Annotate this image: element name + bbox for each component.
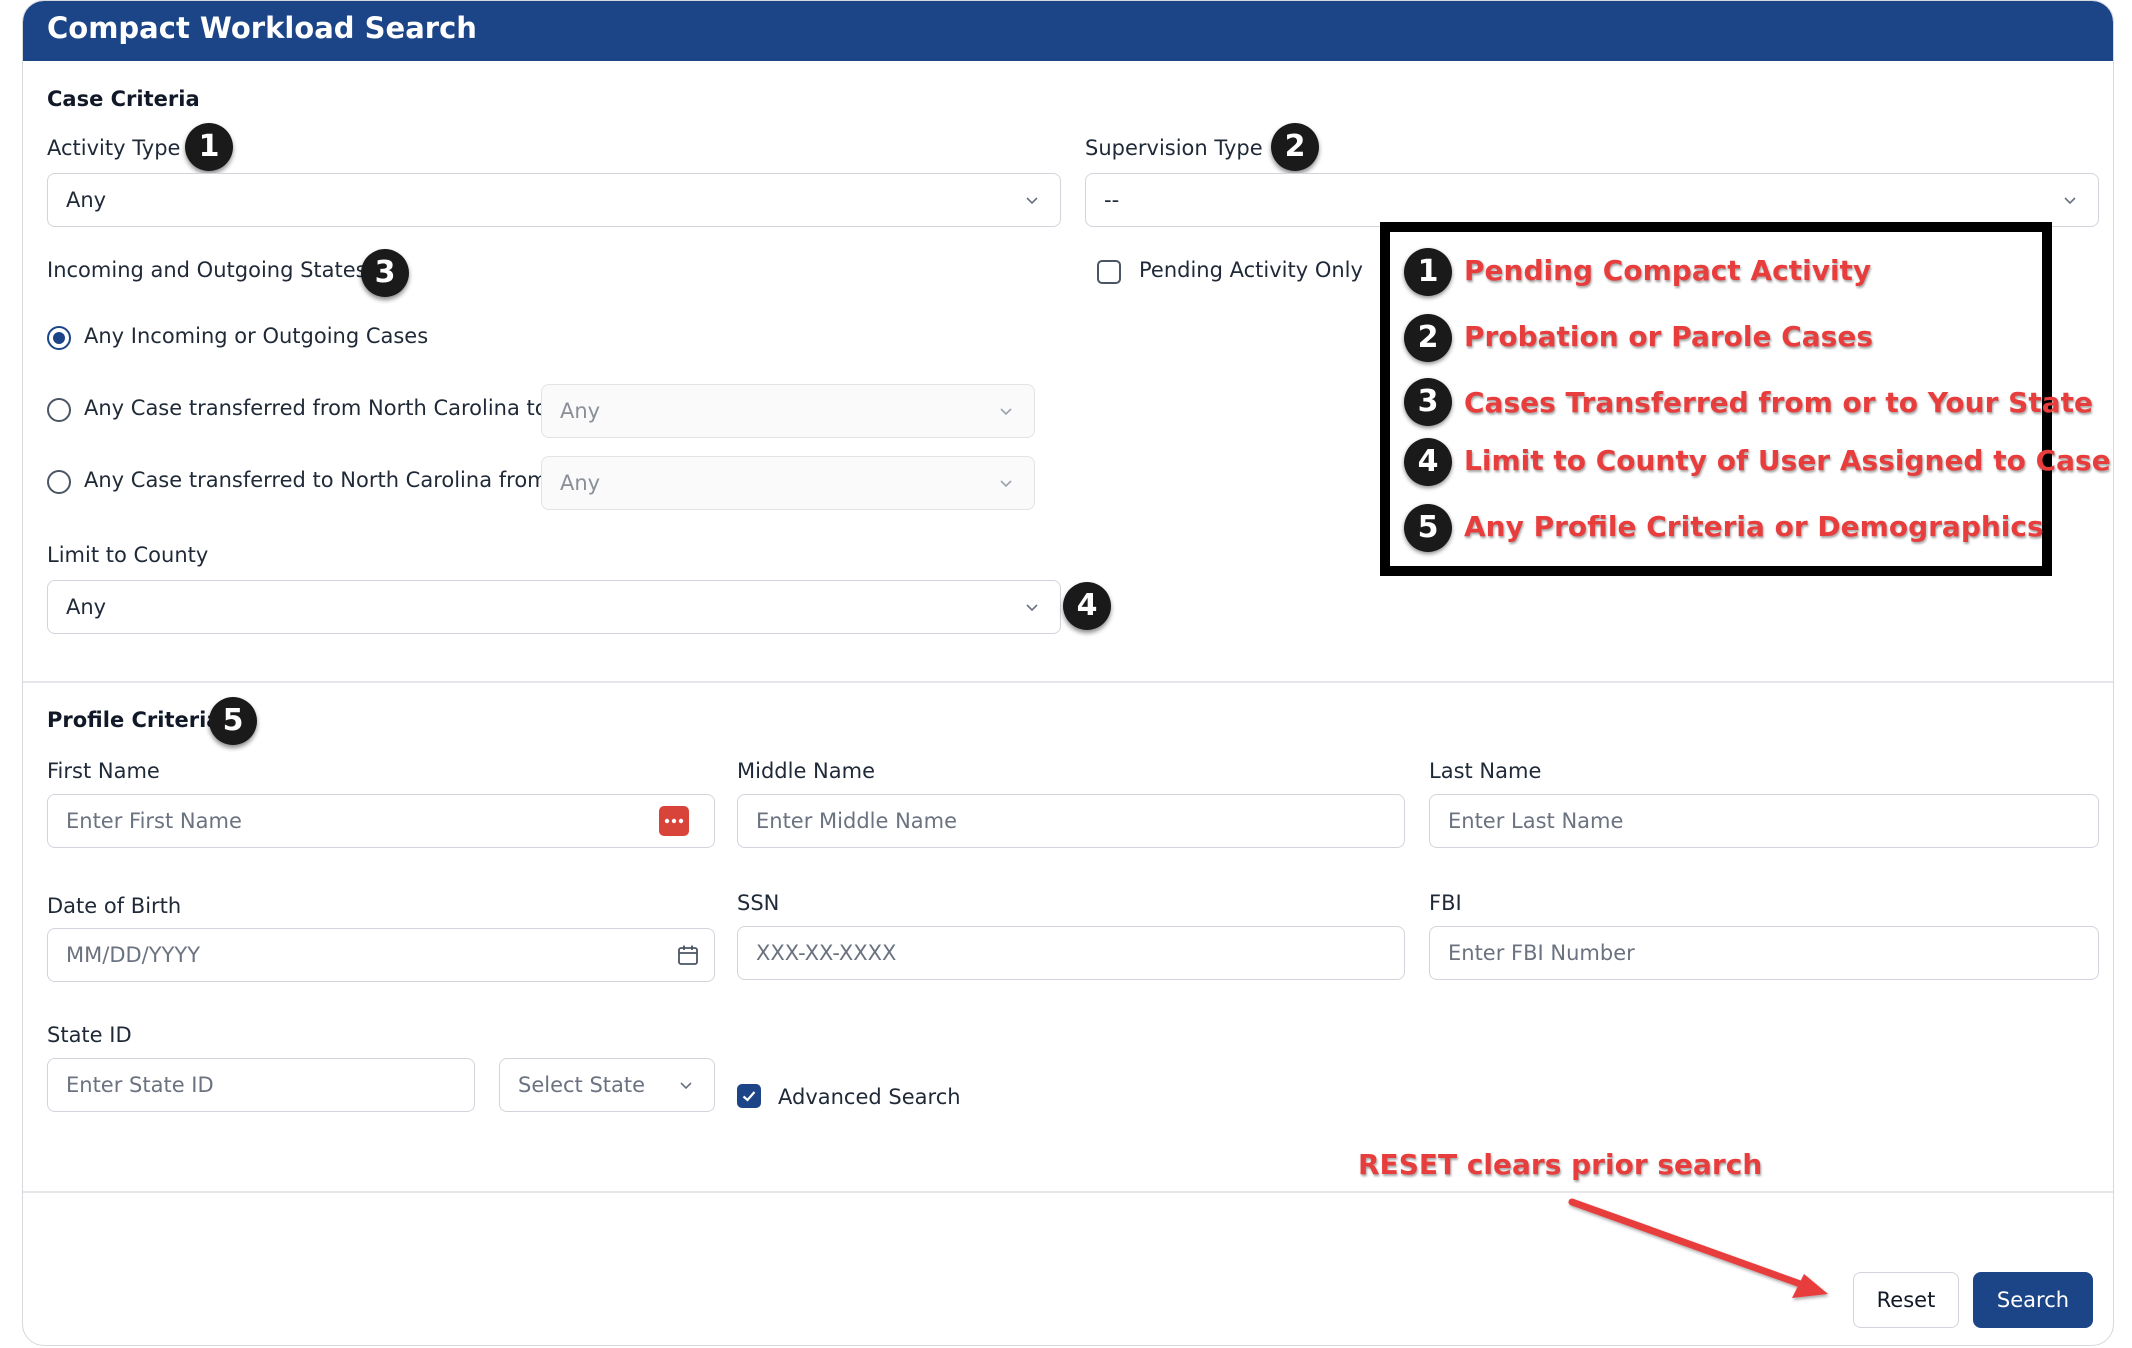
activity-type-value: Any [66,188,107,212]
profile-criteria-title: Profile Criteria [47,708,221,732]
state-id-label: State ID [47,1023,132,1047]
callout-text-2: Probation or Parole Cases [1464,320,1874,353]
middle-name-placeholder: Enter Middle Name [756,809,958,833]
state-id-state-select[interactable]: Select State [499,1058,715,1112]
page-title: Compact Workload Search [47,11,477,45]
activity-type-select[interactable]: Any [47,173,1061,227]
first-name-placeholder: Enter First Name [66,809,242,833]
ssn-placeholder: XXX-XX-XXXX [756,941,897,965]
card-header: Compact Workload Search [23,1,2113,61]
states-badge: 3 [361,249,409,297]
ssn-input[interactable]: XXX-XX-XXXX [737,926,1405,980]
ssn-label: SSN [737,891,780,915]
state-id-input[interactable]: Enter State ID [47,1058,475,1112]
middle-name-label: Middle Name [737,759,875,783]
states-label: Incoming and Outgoing States [47,258,367,282]
dob-placeholder: MM/DD/YYYY [66,943,201,967]
middle-name-input[interactable]: Enter Middle Name [737,794,1405,848]
radio-transferred-from-nc-label: Any Case transferred from North Carolina… [84,396,548,420]
chevron-down-icon [2064,197,2076,205]
transferred-to-state-select[interactable]: Any [541,384,1035,438]
dob-input[interactable]: MM/DD/YYYY [47,928,715,982]
callout-badge-2: 2 [1404,314,1452,362]
reset-annotation-note: RESET clears prior search [1358,1148,1763,1181]
annotation-arrow-icon [1568,1198,1828,1298]
county-select[interactable]: Any [47,580,1061,634]
fbi-input[interactable]: Enter FBI Number [1429,926,2099,980]
profile-criteria-badge: 5 [209,697,257,745]
advanced-search-label: Advanced Search [778,1085,961,1109]
password-manager-icon[interactable] [658,805,690,837]
transferred-to-state-value: Any [560,399,601,423]
chevron-down-icon [1026,604,1038,612]
reset-button[interactable]: Reset [1853,1272,1959,1328]
calendar-icon[interactable] [676,943,700,967]
transferred-from-state-select[interactable]: Any [541,456,1035,510]
county-value: Any [66,595,107,619]
fbi-label: FBI [1429,891,1462,915]
check-icon [742,1091,756,1102]
radio-any-incoming-outgoing-label: Any Incoming or Outgoing Cases [84,324,429,348]
activity-type-label: Activity Type [47,136,181,160]
chevron-down-icon [680,1082,692,1090]
radio-any-incoming-outgoing[interactable] [47,326,71,350]
search-card: Compact Workload Search Case Criteria Ac… [22,0,2114,1346]
chevron-down-icon [1000,408,1012,416]
radio-transferred-from-nc[interactable] [47,398,71,422]
section-divider [23,681,2113,683]
transferred-from-state-value: Any [560,471,601,495]
first-name-input[interactable]: Enter First Name [47,794,715,848]
radio-transferred-to-nc-label: Any Case transferred to North Carolina f… [84,468,548,492]
callout-badge-5: 5 [1404,504,1452,552]
callout-text-1: Pending Compact Activity [1464,254,1872,287]
state-id-state-value: Select State [518,1073,646,1097]
supervision-type-value: -- [1104,188,1120,212]
advanced-search-checkbox[interactable] [737,1084,761,1108]
supervision-type-label: Supervision Type [1085,136,1263,160]
last-name-input[interactable]: Enter Last Name [1429,794,2099,848]
county-badge: 4 [1063,582,1111,630]
case-criteria-title: Case Criteria [47,87,200,111]
first-name-label: First Name [47,759,160,783]
pending-only-checkbox[interactable] [1097,260,1121,284]
callout-text-5: Any Profile Criteria or Demographics [1464,510,2044,543]
search-button[interactable]: Search [1973,1272,2093,1328]
pending-only-label: Pending Activity Only [1139,258,1363,282]
chevron-down-icon [1026,197,1038,205]
callout-badge-1: 1 [1404,248,1452,296]
state-id-placeholder: Enter State ID [66,1073,214,1097]
chevron-down-icon [1000,480,1012,488]
supervision-type-select[interactable]: -- [1085,173,2099,227]
radio-transferred-to-nc[interactable] [47,470,71,494]
callout-badge-4: 4 [1404,438,1452,486]
activity-type-badge: 1 [185,123,233,171]
supervision-type-badge: 2 [1271,123,1319,171]
callout-text-3: Cases Transferred from or to Your State [1464,386,2093,419]
dob-label: Date of Birth [47,894,182,918]
last-name-placeholder: Enter Last Name [1448,809,1624,833]
last-name-label: Last Name [1429,759,1542,783]
callout-text-4: Limit to County of User Assigned to Case [1464,444,2111,477]
callout-badge-3: 3 [1404,378,1452,426]
fbi-placeholder: Enter FBI Number [1448,941,1635,965]
annotation-callout-box: 1 Pending Compact Activity 2 Probation o… [1380,222,2111,576]
county-label: Limit to County [47,543,209,567]
